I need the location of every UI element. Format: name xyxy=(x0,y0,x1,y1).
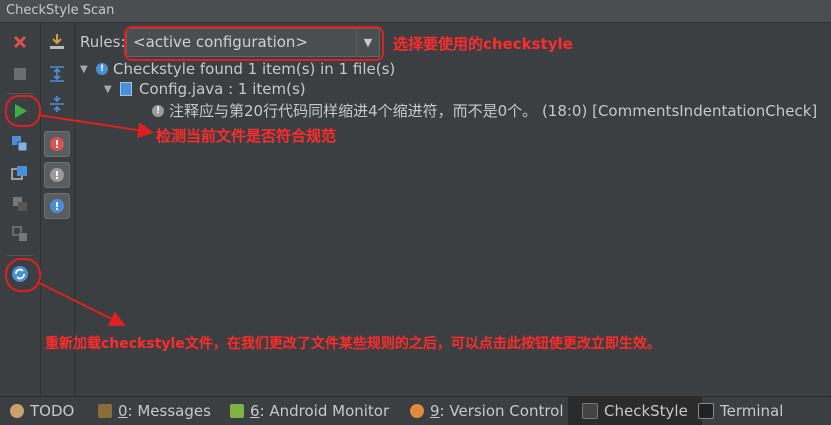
bottom-tool-window-bar: TODO 0: Messages 6: Android Monitor 9: V… xyxy=(0,396,831,425)
tab-todo[interactable]: TODO xyxy=(10,397,74,425)
tree-file-node[interactable]: ▼ Config.java : 1 item(s) xyxy=(104,80,306,98)
todo-icon xyxy=(10,404,24,418)
tree-problem-item[interactable]: ! 注释应与第20行代码同样缩进4个缩进符，而不是0个。 (18:0) [Com… xyxy=(152,100,817,121)
tab-terminal[interactable]: Terminal xyxy=(698,397,783,425)
tab-checkstyle[interactable]: CheckStyle xyxy=(568,397,702,425)
info-icon: ! xyxy=(96,63,108,75)
tab-version-control[interactable]: 9: Version Control xyxy=(410,397,564,425)
tab-android-monitor[interactable]: 6: Android Monitor xyxy=(230,397,389,425)
java-file-icon xyxy=(120,82,132,96)
terminal-icon xyxy=(698,403,714,419)
arrow-to-run xyxy=(37,114,154,139)
android-icon xyxy=(230,404,244,418)
version-control-icon xyxy=(410,404,424,418)
tree-problem-label: 注释应与第20行代码同样缩进4个缩进符，而不是0个。 (18:0) [Comme… xyxy=(169,102,818,120)
messages-icon xyxy=(98,404,112,418)
tree-file-label: Config.java : 1 item(s) xyxy=(139,80,306,98)
arrow-to-reload xyxy=(36,281,126,326)
expand-triangle-icon[interactable]: ▼ xyxy=(80,64,96,75)
tree-root[interactable]: ▼ ! Checkstyle found 1 item(s) in 1 file… xyxy=(80,60,395,78)
tab-messages[interactable]: 0: Messages xyxy=(98,397,211,425)
tree-root-label: Checkstyle found 1 item(s) in 1 file(s) xyxy=(113,60,396,78)
warning-icon: ! xyxy=(152,104,164,117)
expand-triangle-icon[interactable]: ▼ xyxy=(104,84,120,95)
checkstyle-icon xyxy=(582,403,598,419)
